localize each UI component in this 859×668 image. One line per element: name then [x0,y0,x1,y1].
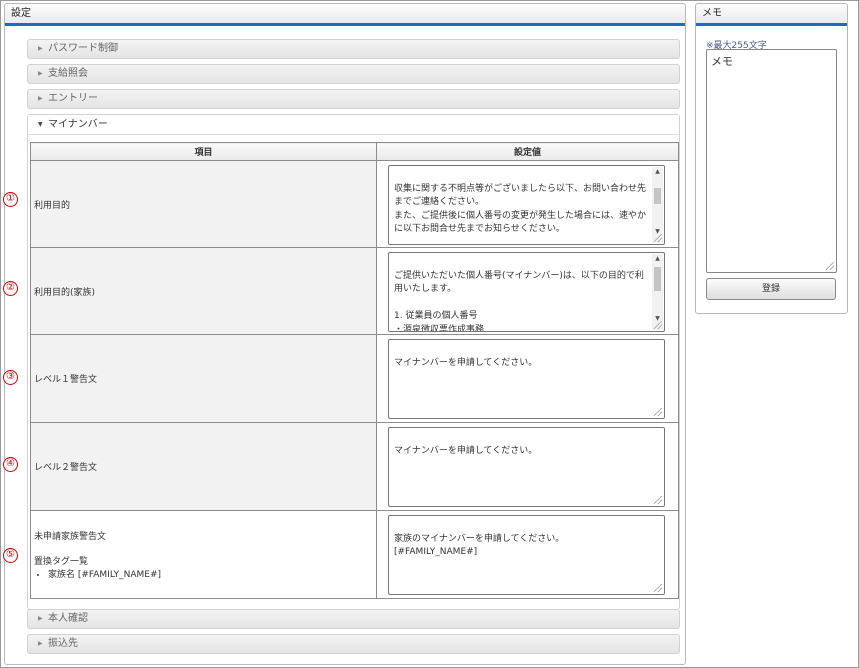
list-item: 家族名 [#FAMILY_NAME#] [48,567,376,580]
purpose-family-textarea[interactable]: ご提供いただいた個人番号(マイナンバー)は、以下の目的で利用いたします。 1. … [388,252,665,332]
memo-textarea[interactable]: メモ [706,49,837,273]
column-header-value: 設定値 [376,142,679,161]
row-label: レベル２警告文 [30,422,377,511]
accordion-label: 振込先 [48,638,78,649]
level2-warning-text: マイナンバーを申請してください。 [394,445,538,456]
level1-warning-textarea[interactable]: マイナンバーを申請してください。 [388,339,665,419]
accordion-label: 本人確認 [48,613,88,624]
table-row: レベル２警告文 マイナンバーを申請してください。 [30,422,679,511]
memo-textarea-text: メモ [711,55,733,68]
triangle-down-icon: ▼ [38,121,43,128]
register-button[interactable]: 登録 [706,278,836,300]
row-value-cell: マイナンバーを申請してください。 [376,422,679,511]
scroll-thumb[interactable] [654,188,661,204]
marker-4: ④ [3,457,18,472]
purpose-textarea-text: 収集に関する不明点等がございましたら以下、お問い合わせ先までご連絡ください。 ま… [394,183,647,235]
marker-5: ⑤ [3,548,18,563]
textarea-scrollbar[interactable]: ▲ ▼ [652,254,663,330]
unapplied-family-warning-textarea[interactable]: 家族のマイナンバーを申請してください。 [#FAMILY_NAME#] [388,515,665,595]
row-value-cell: 家族のマイナンバーを申請してください。 [#FAMILY_NAME#] [376,510,679,599]
memo-panel-title: メモ [696,4,847,26]
accordion-identity-verification[interactable]: ▶ 本人確認 [27,609,680,629]
resize-grip-icon[interactable] [654,321,662,329]
scroll-up-icon[interactable]: ▲ [652,254,663,264]
triangle-right-icon: ▶ [38,640,43,647]
replace-tags-title: 置換タグ一覧 [34,557,89,567]
row-label: レベル１警告文 [30,334,377,423]
accordion-transfer-destination[interactable]: ▶ 振込先 [27,634,680,654]
row-label-block: 未申請家族警告文 置換タグ一覧 家族名 [#FAMILY_NAME#] [30,510,377,599]
row-value-cell: マイナンバーを申請してください。 [376,334,679,423]
settings-table: 項目 設定値 利用目的 収集に関する不明点等がございましたら以下、お問い合わせ先… [30,142,679,599]
marker-2: ② [3,281,18,296]
triangle-right-icon: ▶ [38,95,43,102]
row-value-cell: 収集に関する不明点等がございましたら以下、お問い合わせ先までご連絡ください。 ま… [376,160,679,248]
marker-3: ③ [3,370,18,385]
triangle-right-icon: ▶ [38,615,43,622]
accordion-label: エントリー [48,93,98,104]
memo-panel: メモ ※最大255文字 メモ 登録 [695,3,848,314]
row-label: 未申請家族警告文 [34,532,107,542]
accordion-label: マイナンバー [48,119,108,130]
marker-1: ① [3,192,18,207]
settings-panel: 設定 ▶ パスワード制御 ▶ 支給照会 ▶ エントリー ▼ マイナンバー 項目 設定値 … [4,3,686,665]
resize-grip-icon[interactable] [826,262,834,270]
table-row: 利用目的 収集に関する不明点等がございましたら以下、お問い合わせ先までご連絡くだ… [30,160,679,248]
resize-grip-icon[interactable] [654,584,662,592]
scroll-up-icon[interactable]: ▲ [652,167,663,177]
resize-grip-icon[interactable] [654,234,662,242]
purpose-family-textarea-text: ご提供いただいた個人番号(マイナンバー)は、以下の目的で利用いたします。 1. … [394,270,644,332]
row-value-cell: ご提供いただいた個人番号(マイナンバー)は、以下の目的で利用いたします。 1. … [376,247,679,335]
settings-panel-title: 設定 [5,4,685,26]
accordion-label: パスワード制御 [48,43,118,54]
accordion-label: 支給照会 [48,68,88,79]
textarea-scrollbar[interactable]: ▲ ▼ [652,167,663,243]
accordion-password-control[interactable]: ▶ パスワード制御 [27,39,680,59]
unapplied-family-warning-text: 家族のマイナンバーを申請してください。 [#FAMILY_NAME#] [394,533,565,558]
triangle-right-icon: ▶ [38,45,43,52]
accordion-entry[interactable]: ▶ エントリー [27,89,680,109]
level2-warning-textarea[interactable]: マイナンバーを申請してください。 [388,427,665,507]
replace-tags-list: 家族名 [#FAMILY_NAME#] [48,567,376,580]
table-row: レベル１警告文 マイナンバーを申請してください。 [30,334,679,423]
accordion-payment-inquiry[interactable]: ▶ 支給照会 [27,64,680,84]
level1-warning-text: マイナンバーを申請してください。 [394,357,538,368]
table-row: 利用目的(家族) ご提供いただいた個人番号(マイナンバー)は、以下の目的で利用い… [30,247,679,335]
resize-grip-icon[interactable] [654,496,662,504]
table-row: 未申請家族警告文 置換タグ一覧 家族名 [#FAMILY_NAME#] 家族のマ… [30,510,679,599]
row-label: 利用目的 [30,160,377,248]
accordion-my-number-header[interactable]: ▼ マイナンバー [28,115,679,135]
resize-grip-icon[interactable] [654,408,662,416]
row-label: 利用目的(家族) [30,247,377,335]
scroll-thumb[interactable] [654,267,661,291]
column-header-item: 項目 [30,142,377,161]
triangle-right-icon: ▶ [38,70,43,77]
purpose-textarea[interactable]: 収集に関する不明点等がございましたら以下、お問い合わせ先までご連絡ください。 ま… [388,165,665,245]
accordion-my-number-section: ▼ マイナンバー 項目 設定値 利用目的 収集に関する不明点等がございましたら以下… [27,114,680,610]
